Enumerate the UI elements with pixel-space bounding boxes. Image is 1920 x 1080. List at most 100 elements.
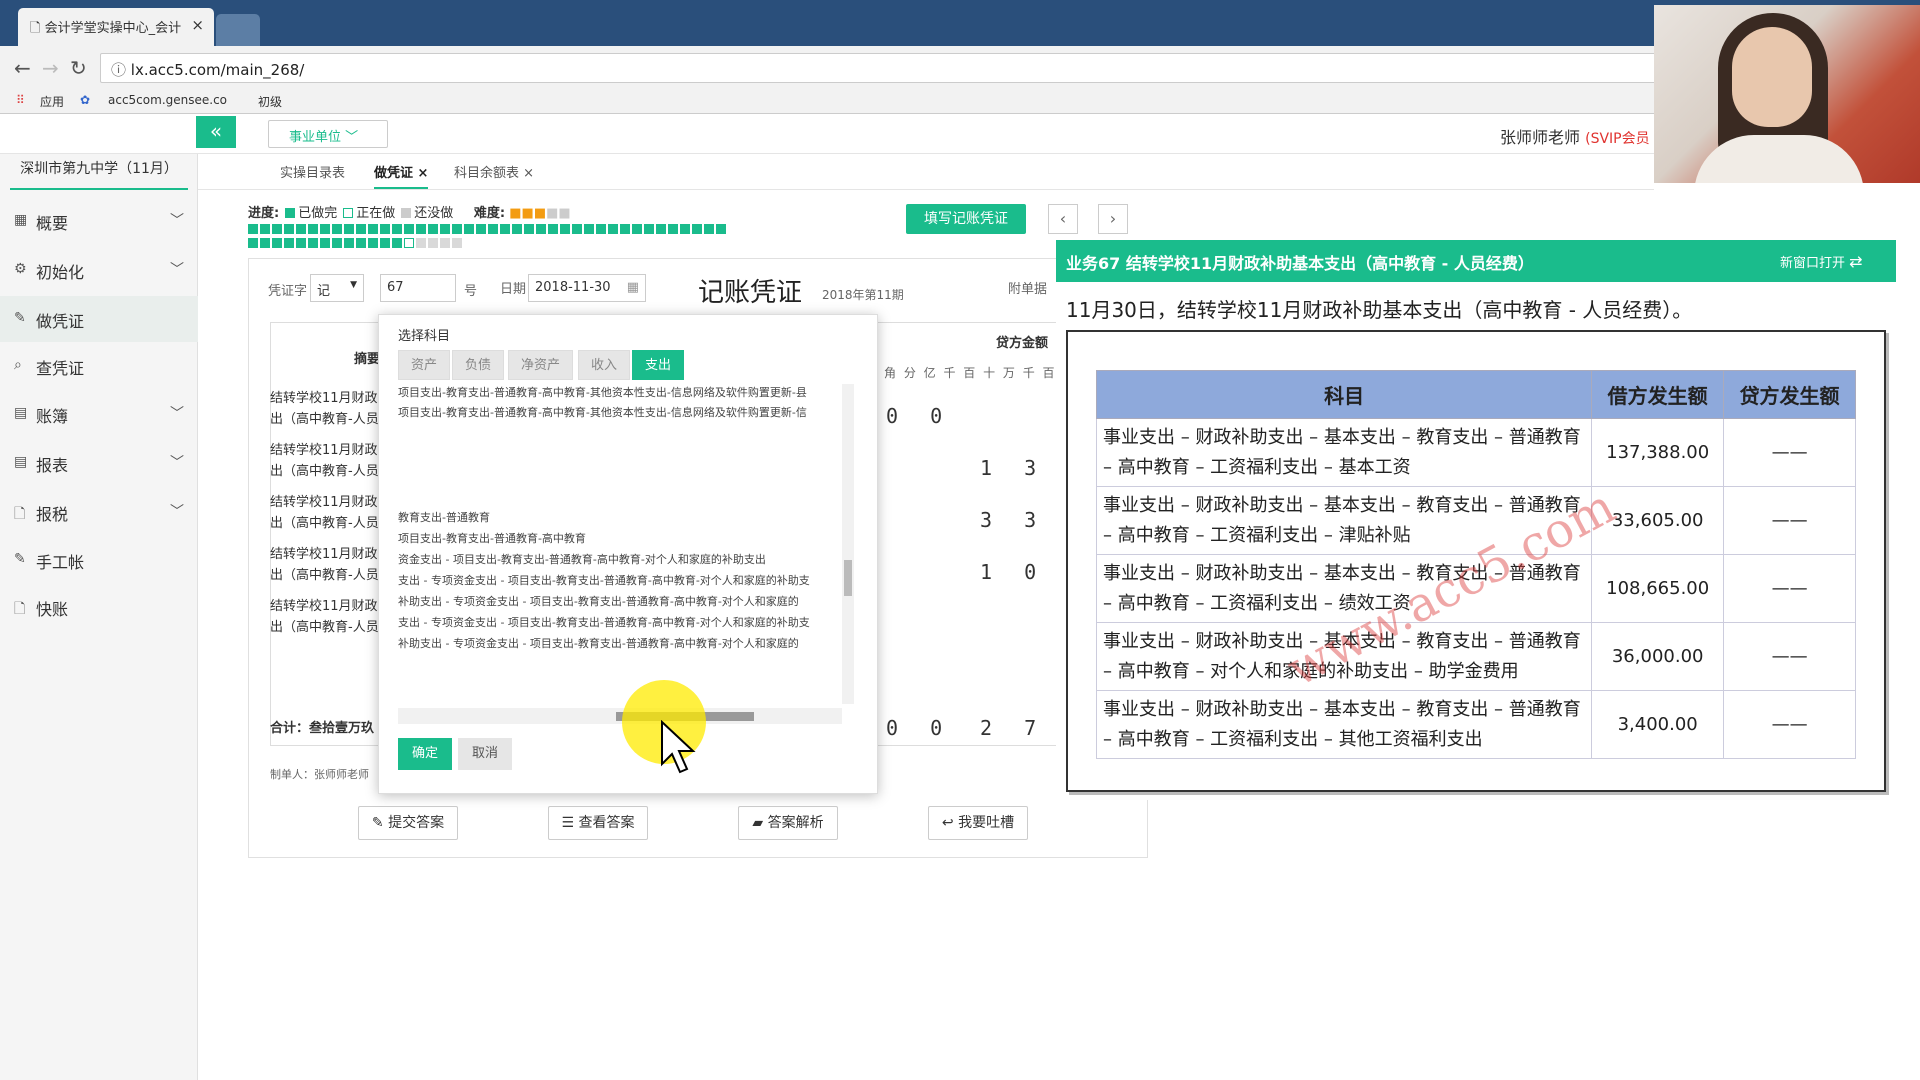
progress-cell[interactable]	[524, 224, 534, 234]
tab-make-voucher[interactable]: 做凭证 ×	[374, 162, 429, 189]
subject-option[interactable]: 教育支出-普通教育	[398, 509, 840, 525]
progress-cell[interactable]	[260, 238, 270, 248]
progress-cell[interactable]	[428, 238, 438, 248]
sidebar-item-quick[interactable]: 🗋 快账	[0, 584, 198, 630]
unit-type-select[interactable]: 事业单位 ﹀	[268, 120, 388, 148]
sidebar-item-tax[interactable]: 🗋 报税 ﹀	[0, 489, 198, 535]
progress-cell[interactable]	[344, 224, 354, 234]
voucher-row-summary[interactable]: 结转学校11月财政 出（高中教育-人员	[270, 492, 378, 534]
bookmark-chuji[interactable]: 初级	[258, 93, 282, 110]
subject-option[interactable]: 项目支出-教育支出-普通教育-高中教育-其他资本性支出-信息网络及软件购置更新-…	[398, 404, 840, 420]
reload-icon[interactable]: ↻	[70, 56, 87, 80]
feedback-button[interactable]: ↩ 我要吐槽	[928, 806, 1028, 840]
view-answer-button[interactable]: ☰ 查看答案	[548, 806, 648, 840]
progress-cell[interactable]	[536, 224, 546, 234]
progress-cell[interactable]	[332, 224, 342, 234]
progress-cell[interactable]	[464, 224, 474, 234]
progress-cell[interactable]	[380, 238, 390, 248]
progress-cell[interactable]	[332, 238, 342, 248]
progress-cell[interactable]	[680, 224, 690, 234]
subject-option[interactable]: 项目支出-教育支出-普通教育-高中教育-其他资本性支出-信息网络及软件购置更新-…	[398, 384, 840, 400]
progress-cell[interactable]	[656, 224, 666, 234]
progress-cell[interactable]	[404, 238, 414, 248]
sidebar-item-check-voucher[interactable]: ⌕ 查凭证	[0, 343, 198, 389]
progress-cell[interactable]	[608, 224, 618, 234]
progress-cell[interactable]	[344, 238, 354, 248]
progress-cell[interactable]	[440, 224, 450, 234]
progress-cell[interactable]	[692, 224, 702, 234]
progress-cell[interactable]	[584, 224, 594, 234]
bookmark-gensee[interactable]: acc5com.gensee.co	[108, 93, 227, 107]
progress-cell[interactable]	[392, 224, 402, 234]
picker-tab-assets[interactable]: 资产	[398, 350, 451, 380]
progress-cell[interactable]	[260, 224, 270, 234]
progress-cell[interactable]	[428, 224, 438, 234]
sidebar-item-manual[interactable]: ✎ 手工帐	[0, 537, 198, 583]
sidebar-item-ledger[interactable]: ▤ 账簿 ﹀	[0, 391, 198, 437]
picker-cancel-button[interactable]: 取消	[458, 738, 512, 770]
browser-tab[interactable]: 🗋 会计学堂实操中心_会计 ×	[18, 8, 214, 46]
picker-vertical-scrollbar[interactable]	[842, 384, 854, 704]
back-icon[interactable]: ←	[14, 56, 31, 80]
progress-cell[interactable]	[488, 224, 498, 234]
progress-cell[interactable]	[248, 224, 258, 234]
progress-cell[interactable]	[704, 224, 714, 234]
progress-cell[interactable]	[512, 224, 522, 234]
progress-cell[interactable]	[308, 238, 318, 248]
progress-cell[interactable]	[392, 238, 402, 248]
submit-answer-button[interactable]: ✎ 提交答案	[358, 806, 458, 840]
user-info[interactable]: 张师师老师 (SVIP会员	[1500, 124, 1650, 148]
progress-cell[interactable]	[596, 224, 606, 234]
prev-business-button[interactable]: ‹	[1048, 204, 1078, 234]
progress-cell[interactable]	[296, 224, 306, 234]
progress-cell[interactable]	[548, 224, 558, 234]
progress-cell[interactable]	[404, 224, 414, 234]
progress-cell[interactable]	[284, 238, 294, 248]
progress-cell[interactable]	[272, 238, 282, 248]
progress-cell[interactable]	[644, 224, 654, 234]
voucher-word-select[interactable]: 记 ▼	[310, 274, 364, 302]
close-icon[interactable]: ×	[523, 166, 534, 181]
progress-cell[interactable]	[440, 238, 450, 248]
tab-balance[interactable]: 科目余额表 ×	[454, 162, 534, 181]
progress-cell[interactable]	[320, 238, 330, 248]
progress-cell[interactable]	[572, 224, 582, 234]
tab-catalog[interactable]: 实操目录表	[280, 162, 345, 181]
next-business-button[interactable]: ›	[1098, 204, 1128, 234]
progress-cell[interactable]	[632, 224, 642, 234]
subject-option[interactable]: 项目支出-教育支出-普通教育-高中教育	[398, 530, 840, 546]
progress-cell[interactable]	[416, 238, 426, 248]
subject-option[interactable]: 支出 - 专项资金支出 - 项目支出-教育支出-普通教育-高中教育-对个人和家庭…	[398, 572, 840, 588]
fill-voucher-button[interactable]: 填写记账凭证	[906, 204, 1026, 234]
subject-option[interactable]: 补助支出 - 专项资金支出 - 项目支出-教育支出-普通教育-高中教育-对个人和…	[398, 635, 840, 651]
progress-cell[interactable]	[716, 224, 726, 234]
apps-icon[interactable]: ⠿	[16, 93, 25, 107]
url-input[interactable]: ⓘ lx.acc5.com/main_268/	[100, 53, 1660, 83]
close-icon[interactable]: ×	[418, 166, 429, 181]
voucher-row-summary[interactable]: 结转学校11月财政 出（高中教育-人员	[270, 388, 378, 430]
progress-cell[interactable]	[620, 224, 630, 234]
date-input[interactable]: 2018-11-30 ▦	[528, 274, 646, 302]
voucher-row-summary[interactable]: 结转学校11月财政 出（高中教育-人员	[270, 544, 378, 586]
forward-icon[interactable]: →	[42, 56, 59, 80]
answer-analysis-button[interactable]: ▰ 答案解析	[738, 806, 838, 840]
progress-cell[interactable]	[356, 224, 366, 234]
picker-tab-net-assets[interactable]: 净资产	[508, 350, 574, 380]
progress-cell[interactable]	[368, 224, 378, 234]
picker-tab-expense[interactable]: 支出	[632, 350, 685, 380]
progress-cell[interactable]	[500, 224, 510, 234]
bookmark-apps[interactable]: 应用	[40, 93, 64, 110]
progress-cell[interactable]	[560, 224, 570, 234]
voucher-number-input[interactable]: 67	[380, 274, 456, 302]
progress-cell[interactable]	[452, 224, 462, 234]
sidebar-item-overview[interactable]: ▦ 概要 ﹀	[0, 198, 198, 244]
picker-tab-liabilities[interactable]: 负债	[452, 350, 505, 380]
picker-vertical-scroll-thumb[interactable]	[844, 560, 852, 596]
collapse-sidebar-button[interactable]: «	[196, 116, 236, 148]
progress-cell[interactable]	[320, 224, 330, 234]
sidebar-item-init[interactable]: ⚙ 初始化 ﹀	[0, 247, 198, 293]
picker-confirm-button[interactable]: 确定	[398, 738, 452, 770]
progress-cell[interactable]	[380, 224, 390, 234]
voucher-row-summary[interactable]: 结转学校11月财政 出（高中教育-人员	[270, 440, 378, 482]
progress-cell[interactable]	[308, 224, 318, 234]
